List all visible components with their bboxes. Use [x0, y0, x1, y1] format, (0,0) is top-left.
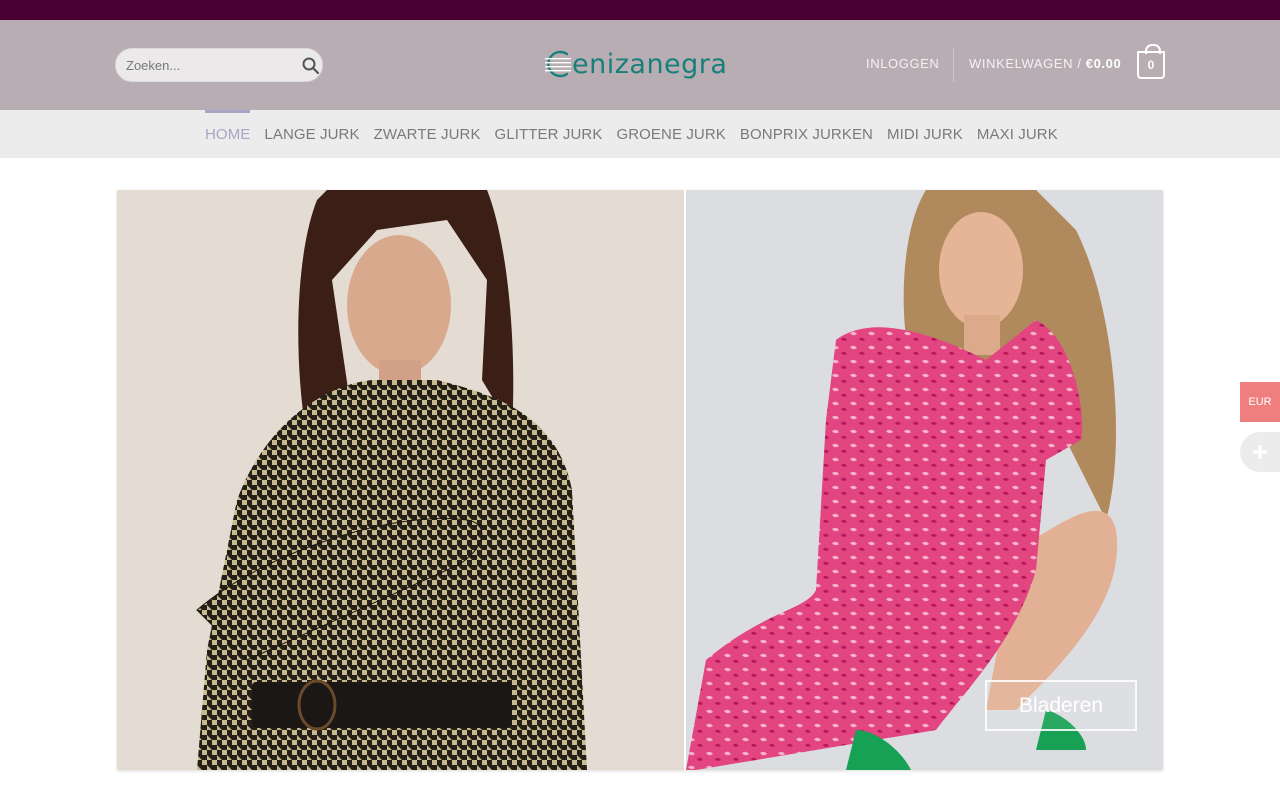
- cart-count: 0: [1147, 58, 1155, 72]
- search-input[interactable]: [126, 57, 302, 73]
- expand-panel-button[interactable]: [1240, 432, 1280, 472]
- top-strip: [0, 0, 1280, 20]
- cart-label: WINKELWAGEN /: [969, 56, 1086, 71]
- logo-mark-icon: [545, 50, 571, 78]
- search-icon[interactable]: [302, 55, 319, 75]
- nav-item-midi-jurk[interactable]: MIDI JURK: [887, 110, 963, 158]
- nav-item-groene-jurk[interactable]: GROENE JURK: [616, 110, 725, 158]
- cart-amount: €0.00: [1085, 56, 1122, 71]
- nav-item-glitter-jurk[interactable]: GLITTER JURK: [495, 110, 603, 158]
- login-link[interactable]: INLOGGEN: [866, 56, 939, 71]
- header-divider: [953, 48, 954, 82]
- logo-wordmark: enizanegra: [572, 48, 728, 80]
- cart-link[interactable]: WINKELWAGEN / €0.00: [969, 56, 1121, 71]
- currency-switcher[interactable]: EUR: [1240, 382, 1280, 422]
- search-box[interactable]: [115, 48, 323, 82]
- browse-button[interactable]: Bladeren: [985, 680, 1137, 731]
- cart-bag-icon[interactable]: 0: [1137, 44, 1165, 79]
- plus-icon: [1253, 445, 1267, 459]
- nav-item-lange-jurk[interactable]: LANGE JURK: [264, 110, 359, 158]
- nav-item-bonprix-jurken[interactable]: BONPRIX JURKEN: [740, 110, 873, 158]
- nav-item-home[interactable]: HOME: [205, 110, 251, 158]
- nav-item-maxi-jurk[interactable]: MAXI JURK: [977, 110, 1058, 158]
- nav-item-zwarte-jurk[interactable]: ZWARTE JURK: [374, 110, 481, 158]
- hero-image-houndstooth-dress: [117, 190, 684, 770]
- main-nav: HOME LANGE JURK ZWARTE JURK GLITTER JURK…: [0, 110, 1280, 158]
- site-header: enizanegra INLOGGEN WINKELWAGEN / €0.00 …: [0, 20, 1280, 110]
- site-logo[interactable]: enizanegra: [545, 46, 727, 82]
